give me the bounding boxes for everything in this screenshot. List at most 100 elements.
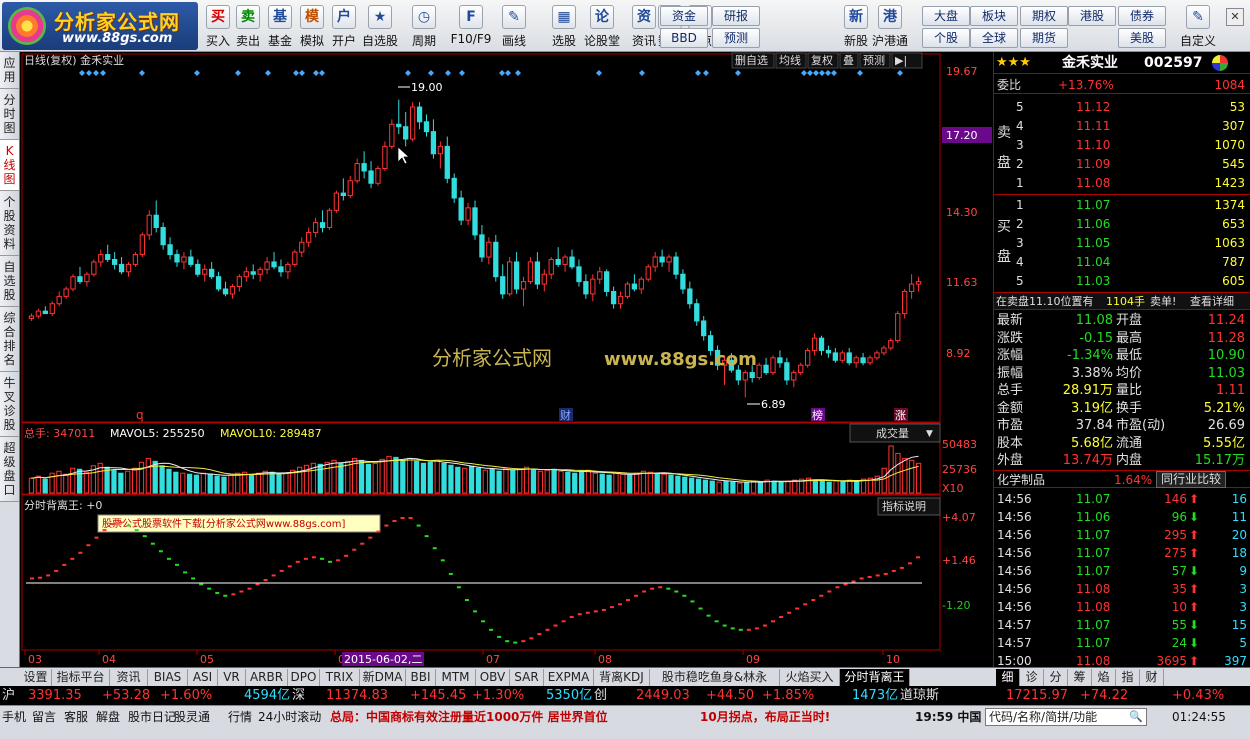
toolbar-mini-button[interactable]: BBD [660, 28, 708, 48]
ask-row[interactable]: 2 11.09 545 [994, 155, 1250, 173]
status-bar-item[interactable]: 解盘 [96, 708, 120, 726]
status-bar-item[interactable]: 24小时滚动 [258, 708, 321, 726]
side-tab[interactable]: 超级盘口 [0, 437, 19, 502]
toolbar-button[interactable]: ◷ 周期 [406, 2, 442, 50]
bid-row[interactable]: 3 11.05 1063 [994, 234, 1250, 252]
status-bar-item[interactable]: 股灵通 [174, 708, 210, 726]
bottom-tab[interactable]: BIAS [148, 669, 188, 686]
chart-top-button[interactable]: 复权 [811, 53, 833, 67]
toolbar-mini-button[interactable]: 个股 [922, 28, 970, 48]
event-mark-cai[interactable]: 财 [560, 408, 571, 422]
right-panel-tab[interactable]: 诊 [1020, 669, 1044, 686]
ask-row[interactable]: 3 11.10 1070 [994, 136, 1250, 154]
bottom-tab[interactable]: TRIX [320, 669, 360, 686]
bottom-tab[interactable]: 新DMA [360, 669, 406, 686]
toolbar-mini-button[interactable]: 板块 [970, 6, 1018, 26]
chart-top-button[interactable]: 均线 [779, 53, 801, 67]
right-panel-tab[interactable]: 细 [996, 669, 1020, 686]
notice-detail-link[interactable]: 查看详细 [1190, 293, 1234, 311]
right-panel-tab[interactable]: 指 [1116, 669, 1140, 686]
toolbar-button[interactable]: 模模拟 [294, 2, 330, 50]
event-mark-zhang[interactable]: 涨 [895, 409, 906, 422]
toolbar-button[interactable]: ▦ 选股 [546, 2, 582, 50]
bottom-tab[interactable]: 背离KDJ [594, 669, 650, 686]
news-ticker[interactable]: 总局：中国商标有效注册量近1000万件 居世界首位 [330, 708, 710, 726]
side-tab[interactable]: 分时图 [0, 89, 19, 140]
toolbar-button[interactable]: F F10/F9 [448, 2, 494, 50]
toolbar-mini-button[interactable]: 全球 [970, 28, 1018, 48]
toolbar-min-icon[interactable]: ✕ [1226, 8, 1244, 26]
toolbar-mini-button[interactable]: 期货 [1020, 28, 1068, 48]
bottom-tab[interactable]: 股市稳吃鱼身&林永 [650, 669, 780, 686]
bid-row[interactable]: 5 11.03 605 [994, 272, 1250, 290]
event-mark-bang[interactable]: 榜 [812, 408, 823, 422]
toolbar-mini-button[interactable]: 资金 [660, 6, 708, 26]
order-notice[interactable]: 在卖盘11.10位置有 1104手 卖单! 查看详细 [994, 292, 1250, 310]
toolbar-button[interactable]: ★ 自选股 [362, 2, 398, 50]
side-tab[interactable]: 牛叉诊股 [0, 372, 19, 437]
side-tab[interactable]: 综合排名 [0, 307, 19, 372]
bottom-tab[interactable]: BBI [406, 669, 436, 686]
volume-selector[interactable]: 成交量 ▼ [849, 423, 941, 443]
bottom-tab[interactable]: 指标平台 [52, 669, 110, 686]
event-mark-q[interactable]: q [136, 408, 144, 422]
toolbar-button[interactable]: ✎ 自定义 [1180, 2, 1216, 50]
ask-row[interactable]: 4 11.11 307 [994, 117, 1250, 135]
search-box[interactable]: 代码/名称/简拼/功能 🔍 [985, 708, 1147, 726]
color-wheel-icon[interactable] [1212, 55, 1228, 71]
toolbar-mini-button[interactable]: 港股 [1068, 6, 1116, 26]
bottom-tab[interactable]: VR [218, 669, 246, 686]
chart-top-button[interactable]: 删自选 [735, 54, 768, 67]
chart-top-button[interactable]: ▶| [895, 54, 907, 67]
industry-compare-button[interactable]: 同行业比较 [1156, 471, 1227, 488]
toolbar-mini-button[interactable]: 美股 [1118, 28, 1166, 48]
toolbar-mini-button[interactable]: 研报 [712, 6, 760, 26]
ask-row[interactable]: 5 11.12 53 [994, 98, 1250, 116]
toolbar-mini-button[interactable]: 债券 [1118, 6, 1166, 26]
bottom-tab[interactable]: ARBR [246, 669, 288, 686]
toolbar-button[interactable]: 卖卖出 [230, 2, 266, 50]
toolbar-mini-button[interactable]: 大盘 [922, 6, 970, 26]
bottom-tab[interactable]: 火焰买入 [780, 669, 840, 686]
kline-chart-area[interactable]: 日线(复权) 金禾实业 删自选 均线 复权叠预测 ▶| 19.00 6.89 19.6… [20, 52, 992, 667]
toolbar-mini-button[interactable]: 预测 [712, 28, 760, 48]
toolbar-button[interactable]: 论论股堂 [584, 2, 620, 50]
status-bar-item[interactable]: 手机 [2, 708, 26, 726]
right-panel-tab[interactable]: 焰 [1092, 669, 1116, 686]
bottom-tab[interactable]: ASI [188, 669, 218, 686]
right-panel-tab[interactable]: 财 [1140, 669, 1164, 686]
side-tab[interactable]: 应用 [0, 52, 19, 89]
toolbar-button[interactable]: 户开户 [326, 2, 362, 50]
toolbar-mini-button[interactable]: 期权 [1020, 6, 1068, 26]
bid-row[interactable]: 2 11.06 653 [994, 215, 1250, 233]
bottom-tab[interactable]: EXPMA [544, 669, 594, 686]
status-bar-item[interactable]: 行情 [228, 708, 252, 726]
indicator-explain-button[interactable]: 指标说明 [877, 497, 941, 516]
right-panel-tab[interactable]: 分 [1044, 669, 1068, 686]
toolbar-button[interactable]: 新新股 [838, 2, 874, 50]
news-ticker-2[interactable]: 10月拐点，布局正当时! [700, 708, 830, 726]
chart-top-button[interactable]: 叠 [843, 54, 854, 67]
side-tab[interactable]: K线图 [0, 140, 19, 191]
bid-row[interactable]: 4 11.04 787 [994, 253, 1250, 271]
bottom-tab[interactable]: MTM [436, 669, 476, 686]
ask-row[interactable]: 1 11.08 1423 [994, 174, 1250, 192]
bottom-tab[interactable]: SAR [510, 669, 544, 686]
kline-chart-svg[interactable]: 日线(复权) 金禾实业 删自选 均线 复权叠预测 ▶| 19.00 6.89 19.6… [20, 52, 992, 667]
status-bar-item[interactable]: 股市日记 [128, 708, 176, 726]
status-bar-item[interactable]: 留言 [32, 708, 56, 726]
right-panel-tab[interactable]: 筹 [1068, 669, 1092, 686]
toolbar-button[interactable]: ✎ 画线 [496, 2, 532, 50]
bottom-tab[interactable]: 设置 [20, 669, 52, 686]
bottom-tab[interactable]: DPO [288, 669, 320, 686]
bid-row[interactable]: 1 11.07 1374 [994, 196, 1250, 214]
toolbar-button[interactable]: 港沪港通 [872, 2, 908, 50]
bottom-tab[interactable]: 资讯 [110, 669, 148, 686]
ad-banner[interactable]: 股票公式股票软件下载[分析家公式网www.88gs.com] [97, 514, 381, 533]
toolbar-button[interactable]: 基基金 [262, 2, 298, 50]
bottom-tab[interactable]: 分时背离王 [840, 669, 910, 686]
chart-top-button[interactable]: 预测 [863, 54, 885, 67]
side-tab[interactable]: 个股资料 [0, 191, 19, 256]
status-bar-item[interactable]: 客服 [64, 708, 88, 726]
search-icon[interactable]: 🔍 [1129, 709, 1143, 725]
